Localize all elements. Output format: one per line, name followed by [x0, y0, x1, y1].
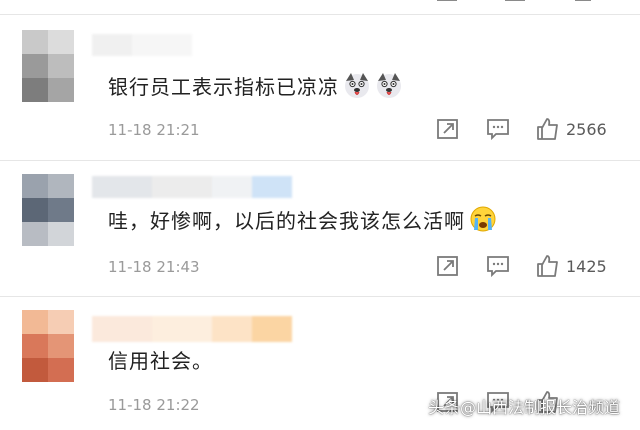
thumbs-up-icon[interactable] [572, 0, 594, 6]
comment-text: 银行员工表示指标已凉凉 [108, 70, 403, 100]
husky-dog-icon [345, 73, 369, 98]
comment-text-content: 银行员工表示指标已凉凉 [108, 74, 339, 99]
avatar[interactable] [22, 310, 74, 382]
username-blurred[interactable] [92, 316, 292, 342]
like-count: 1425 [566, 256, 607, 276]
comment-text-content: 哇，好惨啊，以后的社会我该怎么活啊 [108, 208, 465, 233]
share-icon[interactable] [436, 254, 460, 278]
share-icon[interactable] [436, 117, 460, 141]
husky-dog-icon [377, 73, 401, 98]
username-blurred[interactable] [92, 34, 192, 56]
crying-face-icon [470, 206, 496, 232]
comment-actions: 1425 [436, 254, 607, 278]
thumbs-up-icon[interactable] [536, 117, 560, 141]
divider [0, 296, 640, 297]
thumbs-up-icon[interactable] [536, 254, 560, 278]
divider [0, 160, 640, 161]
avatar[interactable] [22, 174, 74, 246]
divider [0, 14, 640, 15]
watermark: 头条@山西法制报长治频道 [428, 398, 621, 417]
comment-actions: 2566 [436, 117, 607, 141]
comment-icon[interactable] [486, 254, 510, 278]
comment-timestamp: 11-18 21:22 [108, 396, 200, 414]
comment-text-content: 信用社会。 [108, 348, 213, 373]
like-count: 2566 [566, 119, 607, 139]
comment-text: 哇，好惨啊，以后的社会我该怎么活啊 [108, 204, 497, 234]
comment-timestamp: 11-18 21:43 [108, 258, 200, 276]
share-icon[interactable] [436, 0, 458, 6]
avatar[interactable] [22, 30, 74, 102]
top-partial-actions [436, 0, 594, 6]
comment-timestamp: 11-18 21:21 [108, 121, 200, 139]
username-blurred[interactable] [92, 176, 292, 198]
comment-icon[interactable] [504, 0, 526, 6]
comment-icon[interactable] [486, 117, 510, 141]
comment-text: 信用社会。 [108, 344, 213, 374]
